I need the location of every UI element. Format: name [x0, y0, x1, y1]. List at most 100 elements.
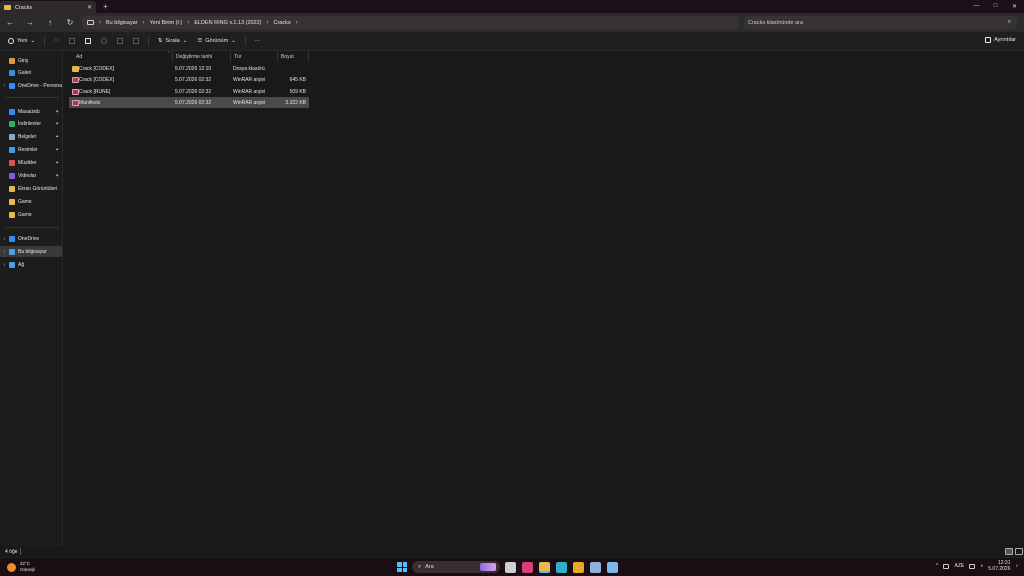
- breadcrumb-this-pc[interactable]: Bu bilgisayar: [106, 20, 138, 26]
- edge-icon[interactable]: [556, 561, 567, 573]
- sidebar-item-pinned[interactable]: İndirilenler ✦: [0, 119, 62, 130]
- sidebar-item-pinned[interactable]: Resimler ✦: [0, 145, 62, 156]
- chevron-right-icon[interactable]: ›: [0, 262, 9, 268]
- chevron-right-icon[interactable]: ›: [0, 249, 9, 255]
- forward-button[interactable]: →: [20, 18, 40, 27]
- file-row[interactable]: Crack [RUNE] 5.07.2026 02:32 WinRAR arşivi…: [69, 86, 309, 97]
- copy-button[interactable]: [64, 38, 80, 44]
- pin-icon: ✦: [55, 108, 59, 114]
- sidebar-item-pinned[interactable]: Videolar ✦: [0, 171, 62, 182]
- divider: [147, 36, 149, 46]
- folder-icon: [9, 121, 15, 128]
- sidebar-item-this-pc[interactable]: › Bu bilgisayar: [0, 246, 62, 257]
- chevron-up-icon[interactable]: ^: [936, 563, 938, 569]
- details-view-icon[interactable]: [1005, 548, 1013, 555]
- search-icon[interactable]: ⌕: [1008, 19, 1011, 26]
- language-indicator[interactable]: AZE: [954, 563, 964, 569]
- sort-button[interactable]: ⇅ Sırala ⌄: [153, 38, 193, 44]
- paste-button[interactable]: [80, 38, 96, 44]
- instagram-icon[interactable]: [522, 561, 533, 573]
- chevron-right-icon[interactable]: ›: [143, 20, 145, 26]
- address-bar[interactable]: › Bu bilgisayar › Yeni Birim (I:) › ELDE…: [82, 16, 739, 29]
- chrome-icon[interactable]: [573, 561, 584, 573]
- rename-button[interactable]: [96, 38, 112, 44]
- sidebar-item-gallery[interactable]: Galeri: [0, 67, 62, 78]
- sun-icon: [7, 562, 16, 572]
- sidebar-item-pinned[interactable]: Ekran Görüntüleri: [0, 183, 62, 194]
- search-box[interactable]: ⌕: [744, 16, 1017, 29]
- file-size: 509 KB: [289, 88, 306, 95]
- more-options-button[interactable]: ···: [250, 38, 266, 44]
- clock[interactable]: 12:31 5.07.2026: [988, 560, 1010, 572]
- network-icon[interactable]: [969, 563, 976, 569]
- divider: [5, 227, 59, 228]
- notification-bell-icon[interactable]: ♪: [1016, 563, 1019, 569]
- column-header-type[interactable]: Tür: [231, 51, 278, 62]
- sidebar-item-pinned[interactable]: Masaüstü ✦: [0, 106, 62, 117]
- steam-icon[interactable]: [607, 561, 618, 573]
- task-view-icon[interactable]: [505, 561, 516, 573]
- sidebar-item-pinned[interactable]: Müzikler ✦: [0, 158, 62, 169]
- sidebar-item-onedrive[interactable]: › OneDrive: [0, 233, 62, 244]
- chevron-right-icon[interactable]: ›: [0, 83, 9, 89]
- sidebar-item-pinned[interactable]: Belgeler ✦: [0, 132, 62, 143]
- new-button[interactable]: Yeni ⌄: [3, 38, 40, 44]
- search-input[interactable]: [748, 19, 978, 26]
- minimize-button[interactable]: —: [967, 3, 986, 10]
- file-date: 5.07.2026 12:10: [175, 66, 212, 72]
- breadcrumb-cracks[interactable]: Cracks: [273, 20, 290, 26]
- app-6-icon[interactable]: [590, 561, 601, 573]
- taskbar-search[interactable]: ⌕ Ara: [412, 561, 500, 573]
- up-button[interactable]: ↑: [40, 18, 60, 27]
- breadcrumb-game-folder[interactable]: ELDEN RING v.1.13 (2022): [194, 20, 261, 26]
- sidebar-item-home[interactable]: Giriş: [0, 55, 62, 66]
- chevron-right-icon[interactable]: ›: [296, 20, 298, 26]
- column-header-name[interactable]: Ad: [69, 51, 173, 62]
- maximize-button[interactable]: □: [986, 3, 1005, 10]
- divider: [5, 97, 59, 98]
- chevron-down-icon: ⌄: [231, 38, 236, 44]
- file-row[interactable]: Crack [CODEX] 5.07.2026 12:10 Dosya klasör…: [69, 63, 309, 74]
- sidebar-item-network[interactable]: › Ağ: [0, 259, 62, 270]
- breadcrumb-drive[interactable]: Yeni Birim (I:): [150, 20, 183, 26]
- windows-start-icon[interactable]: [397, 562, 407, 572]
- sort-icon: ⇅: [157, 38, 163, 44]
- share-button[interactable]: [112, 38, 128, 44]
- weather-widget[interactable]: 32°C Güneşli: [7, 561, 35, 573]
- details-pane-button[interactable]: Ayrıntılar: [985, 37, 1016, 43]
- view-button[interactable]: ☰ Görünüm ⌄: [192, 38, 240, 44]
- close-tab-icon[interactable]: ✕: [87, 4, 92, 11]
- refresh-button[interactable]: ↻: [60, 18, 80, 27]
- close-button[interactable]: ✕: [1005, 3, 1024, 10]
- file-date: 5.07.2026 02:32: [175, 77, 212, 84]
- column-label: Boyut: [281, 53, 294, 60]
- volume-icon[interactable]: ◖: [980, 563, 983, 569]
- file-row[interactable]: Manifests 5.07.2026 02:32 WinRAR arşivi 3.3…: [69, 96, 309, 108]
- sidebar-item-label: Giriş: [18, 57, 29, 64]
- chevron-right-icon[interactable]: ›: [266, 20, 268, 26]
- file-row[interactable]: Crack [CODEX] 5.07.2026 02:32 WinRAR arşiv…: [69, 74, 309, 85]
- column-header-date[interactable]: Değiştirme tarihi: [173, 51, 231, 62]
- delete-button[interactable]: [128, 38, 144, 44]
- back-button[interactable]: ←: [0, 18, 20, 27]
- chevron-right-icon[interactable]: ›: [99, 20, 101, 26]
- cut-button[interactable]: ✂: [49, 38, 64, 44]
- navigation-bar: ← → ↑ ↻ › Bu bilgisayar › Yeni Birim (I:…: [0, 13, 1024, 32]
- chevron-right-icon[interactable]: ›: [0, 236, 9, 242]
- file-date: 5.07.2026 02:32: [175, 99, 212, 106]
- sidebar-item-onedrive-personal[interactable]: › OneDrive - Persona: [0, 80, 62, 91]
- sidebar-item-pinned[interactable]: Game: [0, 209, 62, 220]
- cloud-tray-icon[interactable]: [943, 563, 950, 569]
- folder-icon: [9, 160, 15, 167]
- column-label: Değiştirme tarihi: [176, 53, 213, 60]
- tiles-view-icon[interactable]: [1015, 548, 1023, 555]
- status-bar: 4 öğe: [0, 546, 1024, 557]
- folder-icon: [9, 134, 15, 141]
- folder-icon: [9, 198, 15, 205]
- column-header-size[interactable]: Boyut: [278, 51, 309, 62]
- chevron-right-icon[interactable]: ›: [187, 20, 189, 26]
- file-explorer-icon[interactable]: [539, 561, 550, 573]
- sidebar-item-pinned[interactable]: Game: [0, 196, 62, 207]
- copy-icon: [68, 38, 75, 44]
- new-tab-button[interactable]: +: [103, 2, 108, 11]
